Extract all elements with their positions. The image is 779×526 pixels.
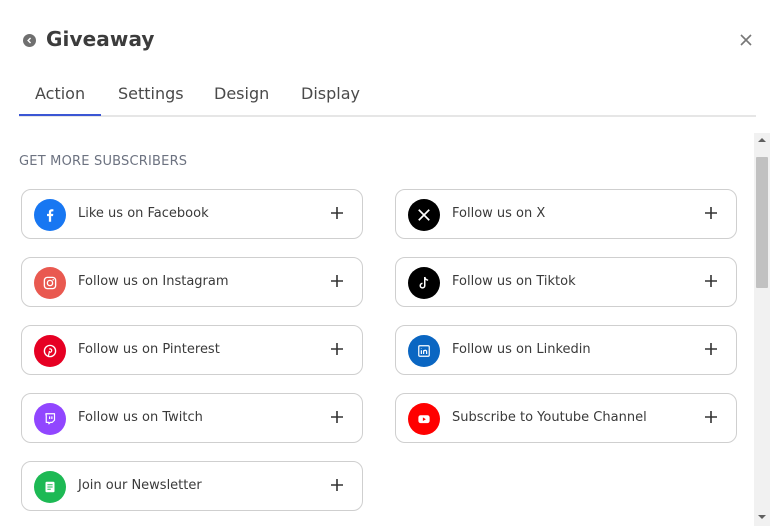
plus-icon[interactable] <box>704 342 718 356</box>
plus-icon[interactable] <box>704 206 718 220</box>
linkedin-icon <box>408 335 440 367</box>
action-pinterest[interactable]: Follow us on Pinterest <box>21 325 363 375</box>
pinterest-icon <box>34 335 66 367</box>
action-label: Follow us on Linkedin <box>452 342 591 357</box>
facebook-icon <box>34 199 66 231</box>
action-label: Subscribe to Youtube Channel <box>452 410 647 425</box>
close-icon[interactable] <box>739 33 753 47</box>
page-title: Giveaway <box>46 27 155 51</box>
instagram-icon <box>34 267 66 299</box>
action-label: Join our Newsletter <box>78 478 202 493</box>
action-label: Follow us on Twitch <box>78 410 203 425</box>
youtube-icon <box>408 403 440 435</box>
action-label: Follow us on X <box>452 206 546 221</box>
action-label: Like us on Facebook <box>78 206 209 221</box>
tab-settings[interactable]: Settings <box>118 84 184 103</box>
plus-icon[interactable] <box>330 342 344 356</box>
tab-action[interactable]: Action <box>35 84 85 103</box>
plus-icon[interactable] <box>330 410 344 424</box>
modal-header: Giveaway <box>0 0 779 80</box>
action-facebook[interactable]: Like us on Facebook <box>21 189 363 239</box>
action-tiktok[interactable]: Follow us on Tiktok <box>395 257 737 307</box>
action-youtube[interactable]: Subscribe to Youtube Channel <box>395 393 737 443</box>
action-x[interactable]: Follow us on X <box>395 189 737 239</box>
scrollbar[interactable] <box>754 133 770 526</box>
action-label: Follow us on Pinterest <box>78 342 220 357</box>
action-instagram[interactable]: Follow us on Instagram <box>21 257 363 307</box>
chevron-left-icon <box>27 37 32 44</box>
back-button[interactable] <box>23 34 36 47</box>
action-label: Follow us on Tiktok <box>452 274 576 289</box>
action-twitch[interactable]: Follow us on Twitch <box>21 393 363 443</box>
x-icon <box>408 199 440 231</box>
scroll-down-arrow[interactable] <box>754 510 770 524</box>
plus-icon[interactable] <box>704 410 718 424</box>
section-title: GET MORE SUBSCRIBERS <box>19 154 188 169</box>
plus-icon[interactable] <box>330 478 344 492</box>
scroll-up-arrow[interactable] <box>754 133 770 147</box>
tiktok-icon <box>408 267 440 299</box>
action-linkedin[interactable]: Follow us on Linkedin <box>395 325 737 375</box>
plus-icon[interactable] <box>330 274 344 288</box>
newsletter-icon <box>34 471 66 503</box>
tab-design[interactable]: Design <box>214 84 269 103</box>
scroll-thumb[interactable] <box>756 157 768 288</box>
action-label: Follow us on Instagram <box>78 274 229 289</box>
plus-icon[interactable] <box>330 206 344 220</box>
active-tab-indicator <box>19 114 101 116</box>
twitch-icon <box>34 403 66 435</box>
tab-display[interactable]: Display <box>301 84 360 103</box>
plus-icon[interactable] <box>704 274 718 288</box>
action-newsletter[interactable]: Join our Newsletter <box>21 461 363 511</box>
tab-bar: Action Settings Design Display <box>19 80 756 117</box>
